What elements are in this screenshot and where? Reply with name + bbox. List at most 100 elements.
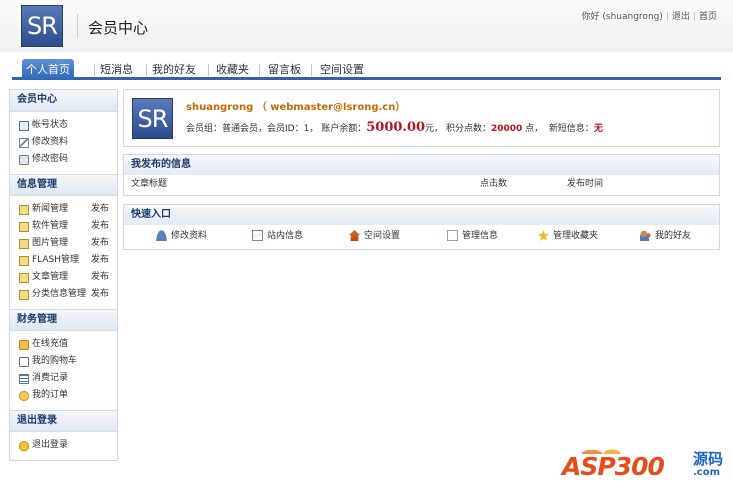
quick-manage-favorites[interactable]: 管理收藏夹 [538, 229, 598, 243]
quick-item-label: 站内信息 [267, 231, 304, 241]
column-title: 文章标题 [131, 179, 168, 189]
doc-icon [19, 273, 29, 283]
sidebar-item-news[interactable]: 新闻管理 发布 [10, 201, 117, 218]
tab-divider [311, 64, 312, 76]
message-value[interactable]: 无 [594, 124, 603, 134]
tab-guestbook[interactable]: 留言板 [264, 59, 305, 80]
site-logo[interactable]: SR [21, 5, 63, 47]
panel-title: 快速入口 [124, 205, 719, 225]
doc-icon [19, 256, 29, 266]
my-info-panel: 我发布的信息 文章标题 点击数 发布时间 [123, 154, 720, 196]
quick-site-messages[interactable]: 站内信息 [252, 229, 303, 243]
avatar[interactable]: SR [132, 98, 173, 139]
lock-icon [19, 155, 29, 165]
doc-icon [19, 290, 29, 300]
username-email: shuangrong （ webmaster@lsrong.cn） [186, 102, 406, 113]
greeting-text: 你好 (shuangrong) [581, 12, 663, 22]
sidebar-section-info-manage: 信息管理 [10, 174, 117, 196]
sidebar-item-label: 修改资料 [32, 137, 69, 147]
sidebar-item-account-status[interactable]: 帐号状态 [10, 117, 117, 134]
card-icon [19, 121, 29, 131]
home-icon [349, 230, 360, 241]
sidebar-item-label: 图片管理 [32, 238, 69, 248]
watermark-brand: ASP300 [562, 452, 665, 481]
doc-icon [19, 205, 29, 215]
tab-friends[interactable]: 我的好友 [148, 59, 200, 80]
message-label: 新短信息： [548, 124, 594, 134]
balance-unit: 元， [425, 124, 444, 134]
sidebar-item-orders[interactable]: 我的订单 [10, 387, 117, 404]
column-publish-time: 发布时间 [567, 179, 604, 189]
sidebar-section-logout: 退出登录 [10, 410, 117, 432]
sidebar-item-edit-profile[interactable]: 修改资料 [10, 134, 117, 151]
panel-title: 我发布的信息 [124, 155, 719, 175]
sidebar-item-spending[interactable]: 消费记录 [10, 370, 117, 387]
watermark-logo: ASP300 源码 .com [560, 438, 730, 482]
home-link[interactable]: 首页 [699, 9, 717, 22]
quick-item-label: 管理信息 [462, 231, 499, 241]
sidebar-list: 在线充值 我的购物车 消费记录 我的订单 [10, 331, 117, 410]
tab-home[interactable]: 个人首页 [22, 59, 74, 80]
id-label: ，会员ID： [258, 124, 304, 134]
sidebar-list: 帐号状态 修改资料 修改密码 [10, 112, 117, 174]
balance-value: 5000.00 [366, 120, 426, 135]
watermark-cn: 源码 [693, 450, 724, 468]
tab-messages[interactable]: 短消息 [96, 59, 137, 80]
pen-icon [19, 138, 29, 148]
doc-icon [19, 239, 29, 249]
logout-link[interactable]: 退出 [672, 9, 690, 22]
tab-divider [259, 64, 260, 76]
sidebar-item-label: 分类信息管理 [32, 289, 87, 299]
watermark-domain: .com [693, 467, 721, 478]
publish-link[interactable]: 发布 [91, 201, 109, 218]
page-header: SR 会员中心 你好 (shuangrong) | 退出 | 首页 [0, 0, 733, 52]
sidebar-item-classified[interactable]: 分类信息管理 发布 [10, 286, 117, 303]
profile-panel: SR shuangrong （ webmaster@lsrong.cn） 会员组… [123, 89, 720, 147]
tab-favorites[interactable]: 收藏夹 [212, 59, 253, 80]
sidebar-item-flash[interactable]: FLASH管理 发布 [10, 252, 117, 269]
tab-space-settings[interactable]: 空间设置 [316, 59, 368, 80]
friends-icon [640, 230, 651, 241]
publish-link[interactable]: 发布 [91, 235, 109, 252]
sidebar-section-member-center: 会员中心 [10, 90, 117, 112]
list-icon [19, 374, 29, 384]
divider: | [692, 12, 696, 22]
publish-link[interactable]: 发布 [91, 286, 109, 303]
user-stats: 会员组：普通会员，会员ID：1， 账户余额：5000.00元， 积分点数：200… [186, 120, 603, 135]
document-icon [447, 230, 458, 241]
quick-space-settings[interactable]: 空间设置 [349, 229, 400, 243]
tab-divider [208, 64, 209, 76]
publish-link[interactable]: 发布 [91, 269, 109, 286]
sidebar-item-label: 修改密码 [32, 154, 69, 164]
bulb-icon [19, 441, 29, 451]
sidebar-item-images[interactable]: 图片管理 发布 [10, 235, 117, 252]
top-links: 你好 (shuangrong) | 退出 | 首页 [582, 9, 717, 22]
sidebar-item-change-password[interactable]: 修改密码 [10, 151, 117, 168]
divider: | [665, 12, 669, 22]
sidebar-item-label: 我的订单 [32, 390, 69, 400]
publish-link[interactable]: 发布 [91, 252, 109, 269]
sidebar-item-software[interactable]: 软件管理 发布 [10, 218, 117, 235]
group-label: 会员组： [186, 124, 223, 134]
money-icon [19, 340, 29, 350]
sidebar-item-label: 我的购物车 [32, 356, 78, 366]
quick-item-label: 管理收藏夹 [553, 231, 599, 241]
sidebar-item-label: 消费记录 [32, 373, 69, 383]
star-icon [538, 230, 549, 241]
sidebar-item-logout[interactable]: 退出登录 [10, 437, 117, 454]
quick-my-friends[interactable]: 我的好友 [640, 229, 691, 243]
sidebar-item-cart[interactable]: 我的购物车 [10, 353, 117, 370]
points-label: 积分点数： [445, 124, 491, 134]
quick-edit-profile[interactable]: 修改资料 [156, 229, 207, 243]
sidebar-item-label: FLASH管理 [32, 255, 80, 265]
sidebar-item-label: 软件管理 [32, 221, 69, 231]
publish-link[interactable]: 发布 [91, 218, 109, 235]
sidebar-item-label: 在线充值 [32, 339, 69, 349]
doc-icon [19, 222, 29, 232]
sidebar-item-label: 新闻管理 [32, 204, 69, 214]
sidebar-item-recharge[interactable]: 在线充值 [10, 336, 117, 353]
sidebar-section-finance: 财务管理 [10, 309, 117, 331]
quick-manage-info[interactable]: 管理信息 [447, 229, 498, 243]
sidebar-item-articles[interactable]: 文章管理 发布 [10, 269, 117, 286]
sidebar-item-label: 帐号状态 [32, 120, 69, 130]
